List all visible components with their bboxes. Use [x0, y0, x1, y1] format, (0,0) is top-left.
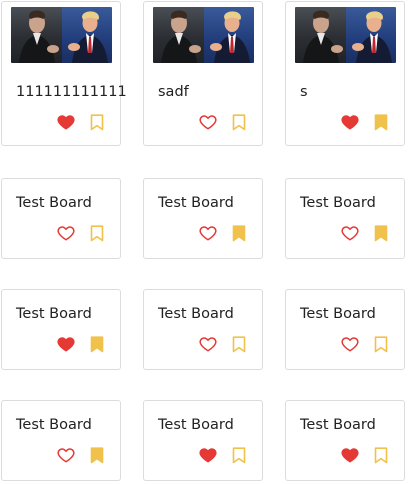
board-card[interactable]: Test Board	[143, 289, 263, 370]
card-actions	[341, 335, 388, 353]
card-actions	[57, 113, 104, 131]
bookmark-icon[interactable]	[232, 446, 246, 464]
bookmark-icon[interactable]	[232, 335, 246, 353]
card-title: Test Board	[300, 195, 376, 211]
card-title: Test Board	[16, 195, 92, 211]
thumbnail-left-panel	[11, 7, 62, 63]
card-actions	[341, 113, 388, 131]
bookmark-icon[interactable]	[90, 113, 104, 131]
card-actions	[57, 224, 104, 242]
card-title: Test Board	[300, 417, 376, 433]
card-title: Test Board	[158, 306, 234, 322]
heart-icon[interactable]	[199, 335, 217, 353]
thumbnail-left-panel	[153, 7, 204, 63]
bookmark-icon[interactable]	[232, 113, 246, 131]
card-actions	[341, 446, 388, 464]
bookmark-icon[interactable]	[374, 113, 388, 131]
bookmark-icon[interactable]	[374, 335, 388, 353]
board-card[interactable]: Test Board	[1, 400, 121, 481]
board-card[interactable]: Test Board	[285, 289, 405, 370]
heart-icon[interactable]	[57, 224, 75, 242]
photo-thumbnail	[295, 7, 396, 63]
card-actions	[199, 335, 246, 353]
card-actions	[199, 113, 246, 131]
board-card[interactable]: 111111111111	[1, 1, 127, 146]
bookmark-icon[interactable]	[374, 224, 388, 242]
photo-thumbnail	[11, 7, 112, 63]
heart-icon[interactable]	[341, 113, 359, 131]
heart-icon[interactable]	[57, 335, 75, 353]
bookmark-icon[interactable]	[90, 446, 104, 464]
heart-icon[interactable]	[199, 113, 217, 131]
board-card[interactable]: Test Board	[1, 178, 121, 259]
card-actions	[199, 224, 246, 242]
thumbnail-left-panel	[295, 7, 346, 63]
heart-icon[interactable]	[341, 335, 359, 353]
card-title: Test Board	[300, 306, 376, 322]
card-title: s	[300, 84, 308, 100]
card-actions	[57, 446, 104, 464]
bookmark-icon[interactable]	[232, 224, 246, 242]
bookmark-icon[interactable]	[90, 224, 104, 242]
board-card[interactable]: Test Board	[285, 400, 405, 481]
heart-icon[interactable]	[57, 113, 75, 131]
card-title: Test Board	[16, 306, 92, 322]
heart-icon[interactable]	[341, 224, 359, 242]
board-card[interactable]: Test Board	[285, 178, 405, 259]
card-title: Test Board	[158, 195, 234, 211]
card-actions	[199, 446, 246, 464]
thumbnail-right-panel	[61, 7, 112, 63]
heart-icon[interactable]	[341, 446, 359, 464]
board-card[interactable]: Test Board	[143, 178, 263, 259]
board-card[interactable]: sadf	[143, 1, 263, 146]
card-title: sadf	[158, 84, 189, 100]
heart-icon[interactable]	[199, 224, 217, 242]
photo-thumbnail	[153, 7, 254, 63]
board-card[interactable]: s	[285, 1, 405, 146]
card-title: Test Board	[158, 417, 234, 433]
bookmark-icon[interactable]	[90, 335, 104, 353]
board-card[interactable]: Test Board	[1, 289, 121, 370]
board-card[interactable]: Test Board	[143, 400, 263, 481]
bookmark-icon[interactable]	[374, 446, 388, 464]
heart-icon[interactable]	[57, 446, 75, 464]
card-title: Test Board	[16, 417, 92, 433]
card-title: 111111111111	[16, 84, 127, 100]
card-actions	[341, 224, 388, 242]
thumbnail-right-panel	[345, 7, 396, 63]
card-actions	[57, 335, 104, 353]
thumbnail-right-panel	[203, 7, 254, 63]
heart-icon[interactable]	[199, 446, 217, 464]
